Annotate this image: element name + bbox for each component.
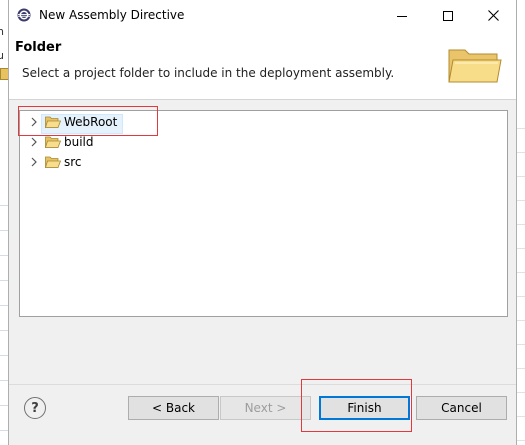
annotation-highlight-finish bbox=[301, 379, 412, 432]
next-button[interactable]: Next > bbox=[220, 396, 311, 420]
back-button[interactable]: < Back bbox=[128, 396, 219, 420]
new-assembly-directive-dialog: New Assembly Directive Folder Select a p… bbox=[8, 0, 517, 445]
minimize-button[interactable] bbox=[379, 0, 425, 31]
title-bar[interactable]: New Assembly Directive bbox=[9, 0, 516, 31]
page-title: Folder bbox=[15, 40, 62, 55]
tree-item-label: build bbox=[64, 135, 94, 149]
help-icon: ? bbox=[31, 400, 39, 416]
wizard-banner: Folder Select a project folder to includ… bbox=[9, 31, 516, 100]
close-button[interactable] bbox=[470, 0, 516, 31]
window-title: New Assembly Directive bbox=[39, 8, 185, 22]
maximize-icon bbox=[443, 10, 453, 21]
annotation-highlight-webroot bbox=[18, 106, 158, 136]
background-text-fragment: u bbox=[0, 49, 4, 62]
tree-item-src[interactable]: src bbox=[20, 153, 507, 171]
button-bar-separator bbox=[9, 384, 516, 385]
tree-item-label: src bbox=[64, 155, 82, 169]
folder-banner-icon bbox=[447, 44, 503, 89]
close-icon bbox=[487, 10, 499, 21]
maximize-button[interactable] bbox=[425, 0, 471, 31]
background-text-fragment: n bbox=[0, 25, 4, 38]
chevron-right-icon[interactable] bbox=[30, 136, 38, 150]
help-button[interactable]: ? bbox=[24, 397, 46, 419]
eclipse-app-icon bbox=[17, 8, 31, 22]
folder-icon bbox=[44, 135, 62, 152]
cancel-button[interactable]: Cancel bbox=[416, 396, 507, 420]
page-description: Select a project folder to include in th… bbox=[22, 66, 395, 80]
folder-icon bbox=[44, 155, 62, 172]
minimize-icon bbox=[397, 15, 407, 17]
chevron-right-icon[interactable] bbox=[30, 156, 38, 170]
folder-tree[interactable]: WebRoot build src bbox=[19, 110, 508, 317]
